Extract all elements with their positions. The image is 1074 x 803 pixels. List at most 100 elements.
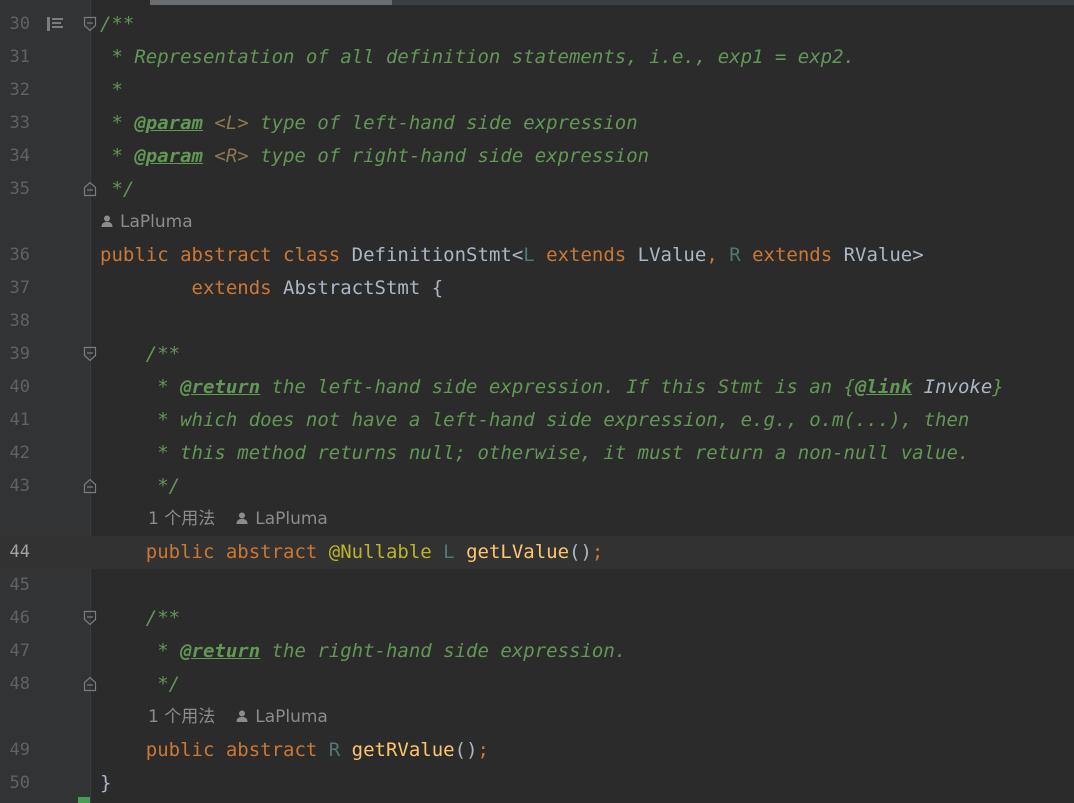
line-number: 47 [9, 641, 30, 661]
code-line[interactable]: 42 * this method returns null; otherwise… [0, 437, 1074, 470]
token: the left-hand side expression. If this S… [260, 376, 855, 398]
token: } [992, 376, 1004, 398]
token: type of right-hand side expression [248, 145, 650, 167]
code-line[interactable]: 45 [0, 569, 1074, 602]
code-text: * @return the right-hand side expression… [100, 635, 626, 668]
token: /** [100, 607, 181, 629]
token: R [729, 244, 741, 266]
code-line[interactable]: 48 */ [0, 668, 1074, 701]
code-text: * Representation of all definition state… [100, 41, 855, 74]
fold-collapse-icon[interactable] [83, 346, 97, 362]
line-number: 39 [9, 344, 30, 364]
code-text: * @return the left-hand side expression.… [100, 371, 1004, 404]
code-line[interactable]: 47 * @return the right-hand side express… [0, 635, 1074, 668]
token: } [100, 772, 112, 794]
code-line[interactable]: 33 * @param <L> type of left-hand side e… [0, 107, 1074, 140]
token: @Nullable [328, 541, 444, 563]
code-text: extends AbstractStmt { [100, 272, 444, 305]
token: getRValue [351, 739, 455, 761]
author-icon [101, 215, 113, 227]
line-number: 49 [9, 740, 30, 760]
inlay-hint[interactable]: 1 个用法 LaPluma [0, 701, 1074, 734]
code-text: public abstract R getRValue(); [100, 734, 489, 767]
token: public abstract [100, 739, 329, 761]
inlay-hint-text: 1 个用法 LaPluma [148, 701, 328, 734]
code-text: /** [100, 602, 180, 635]
code-text: } [100, 767, 111, 800]
token: <L> [214, 112, 249, 134]
horizontal-scrollbar-thumb[interactable] [150, 0, 392, 5]
line-number: 37 [9, 278, 30, 298]
code-line[interactable]: 46 /** [0, 602, 1074, 635]
token: @link [854, 376, 913, 398]
token: R [328, 739, 352, 761]
line-number: 45 [9, 575, 30, 595]
line-number: 33 [9, 113, 30, 133]
line-number: 40 [9, 377, 30, 397]
author-name[interactable]: LaPluma [120, 212, 193, 232]
token: , [706, 244, 730, 266]
implementation-icon[interactable] [45, 16, 65, 32]
fold-end-icon[interactable] [83, 478, 97, 494]
code-text: * @param <L> type of left-hand side expr… [100, 107, 637, 140]
code-text: */ [100, 470, 180, 503]
token: * which does not have a left-hand side e… [100, 409, 970, 431]
code-line[interactable]: 43 */ [0, 470, 1074, 503]
code-line[interactable]: 50} [0, 767, 1074, 800]
author-name[interactable]: LaPluma [255, 707, 328, 727]
code-text: /** [100, 8, 134, 41]
token: LValue [637, 244, 707, 266]
token: Invoke [923, 376, 993, 398]
code-area[interactable]: 30 /** 31 * Representation of all definiti… [0, 8, 1074, 800]
token: DefinitionStmt< [351, 244, 524, 266]
author-icon [236, 710, 248, 722]
author-name[interactable]: LaPluma [255, 509, 328, 529]
inlay-hint[interactable]: LaPluma [0, 206, 1074, 239]
fold-collapse-icon[interactable] [83, 610, 97, 626]
line-number: 43 [9, 476, 30, 496]
fold-collapse-icon[interactable] [83, 16, 97, 32]
code-line[interactable]: 49 public abstract R getRValue(); [0, 734, 1074, 767]
code-line[interactable]: 35 */ [0, 173, 1074, 206]
line-number: 42 [9, 443, 30, 463]
token: * [100, 145, 135, 167]
code-text: /** [100, 338, 180, 371]
code-text: public abstract @Nullable L getLValue(); [100, 536, 604, 569]
token: @return [180, 376, 261, 398]
token: extends [100, 277, 284, 299]
code-line[interactable]: 36 public abstract class DefinitionStmt< L… [0, 239, 1074, 272]
code-line[interactable]: 44 public abstract @Nullable L getLValue… [0, 536, 1074, 569]
inlay-hint[interactable]: 1 个用法 LaPluma [0, 503, 1074, 536]
fold-end-icon[interactable] [83, 676, 97, 692]
code-line[interactable]: 31 * Representation of all definition st… [0, 41, 1074, 74]
code-line[interactable]: 37 extends AbstractStmt { [0, 272, 1074, 305]
token: () [569, 541, 592, 563]
code-text: * @param <R> type of right-hand side exp… [100, 140, 649, 173]
token: AbstractStmt { [283, 277, 444, 299]
code-text: * [100, 74, 122, 107]
code-editor[interactable]: 30 /** 31 * Representation of all definiti… [0, 0, 1074, 803]
fold-end-icon[interactable] [83, 181, 97, 197]
line-number: 34 [9, 146, 30, 166]
code-line[interactable]: 41 * which does not have a left-hand sid… [0, 404, 1074, 437]
code-line[interactable]: 39 /** [0, 338, 1074, 371]
usages-count[interactable]: 1 个用法 [148, 509, 215, 529]
usages-count[interactable]: 1 个用法 [148, 707, 215, 727]
token: * Representation of all definition state… [100, 46, 855, 68]
code-text: * this method returns null; otherwise, i… [100, 437, 969, 470]
code-line[interactable]: 32 * [0, 74, 1074, 107]
line-number: 36 [9, 245, 30, 265]
token: getLValue [466, 541, 570, 563]
code-line[interactable]: 30 /** [0, 8, 1074, 41]
line-number: 38 [9, 311, 30, 331]
token: extends [740, 244, 844, 266]
change-marker [78, 797, 90, 803]
token: /** [100, 343, 181, 365]
code-line[interactable]: 38 [0, 305, 1074, 338]
token: public abstract class [100, 244, 352, 266]
code-line[interactable]: 40 * @return the left-hand side expressi… [0, 371, 1074, 404]
token: ; [591, 541, 604, 563]
code-line[interactable]: 34 * @param <R> type of right-hand side … [0, 140, 1074, 173]
